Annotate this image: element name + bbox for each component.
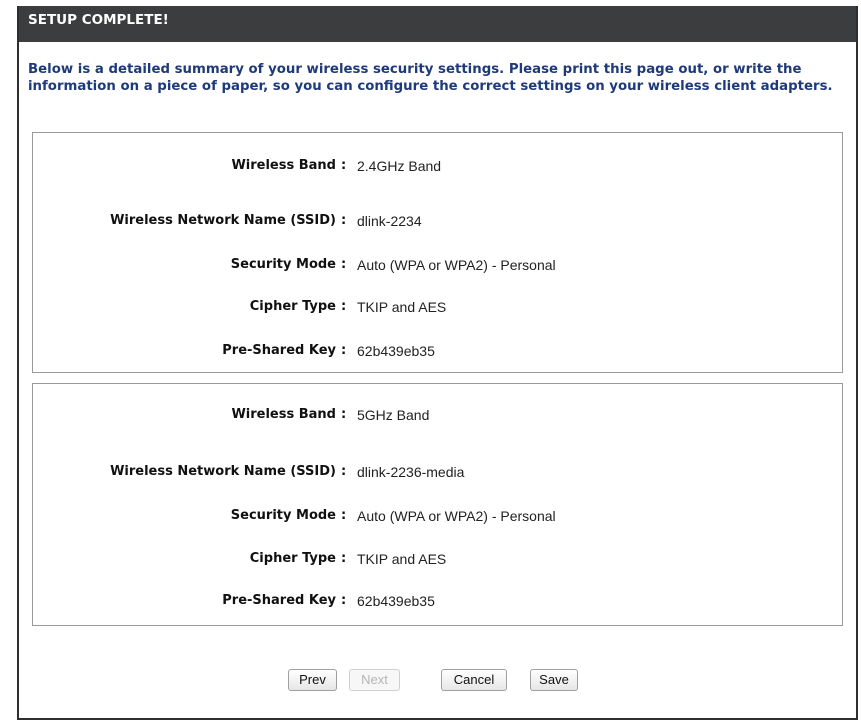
setup-complete-window: SETUP COMPLETE! Below is a detailed summ… — [17, 6, 858, 720]
security-mode-label: Security Mode — [230, 257, 336, 272]
wireless-band-row: Wireless Band : 2.4GHz Band — [33, 155, 842, 177]
ssid-value: dlink-2234 — [357, 213, 422, 229]
band-24ghz-panel: Wireless Band : 2.4GHz Band Wireless Net… — [32, 132, 843, 373]
cipher-type-label: Cipher Type — [249, 299, 336, 314]
wireless-band-label: Wireless Band — [231, 407, 336, 422]
ssid-value: dlink-2236-media — [357, 464, 465, 480]
cipher-type-row: Cipher Type : TKIP and AES — [33, 296, 842, 318]
next-button[interactable]: Next — [349, 669, 400, 691]
pre-shared-key-value: 62b439eb35 — [357, 343, 435, 359]
ssid-row: Wireless Network Name (SSID) : dlink-223… — [33, 210, 842, 232]
security-mode-value: Auto (WPA or WPA2) - Personal — [357, 508, 556, 524]
separator: : — [341, 551, 347, 566]
cipher-type-value: TKIP and AES — [357, 299, 447, 315]
pre-shared-key-label: Pre-Shared Key — [222, 593, 336, 608]
pre-shared-key-row: Pre-Shared Key : 62b439eb35 — [33, 340, 842, 362]
save-button[interactable]: Save — [530, 669, 578, 691]
security-mode-value: Auto (WPA or WPA2) - Personal — [357, 257, 556, 273]
page-title: SETUP COMPLETE! — [19, 6, 856, 42]
cipher-type-label: Cipher Type — [249, 551, 336, 566]
separator: : — [341, 464, 347, 479]
pre-shared-key-value: 62b439eb35 — [357, 593, 435, 609]
ssid-label: Wireless Network Name (SSID) — [110, 464, 336, 479]
wireless-band-value: 2.4GHz Band — [357, 158, 442, 174]
separator: : — [341, 158, 347, 173]
wizard-button-bar: Prev Next Cancel Save — [19, 669, 856, 695]
ssid-label: Wireless Network Name (SSID) — [110, 213, 336, 228]
wireless-band-row: Wireless Band : 5GHz Band — [33, 404, 842, 426]
cipher-type-row: Cipher Type : TKIP and AES — [33, 548, 842, 570]
separator: : — [341, 213, 347, 228]
summary-intro-text: Below is a detailed summary of your wire… — [28, 62, 833, 94]
separator: : — [341, 257, 347, 272]
cancel-button[interactable]: Cancel — [441, 669, 507, 691]
security-mode-row: Security Mode : Auto (WPA or WPA2) - Per… — [33, 505, 842, 527]
separator: : — [341, 299, 347, 314]
security-mode-row: Security Mode : Auto (WPA or WPA2) - Per… — [33, 254, 842, 276]
wireless-band-value: 5GHz Band — [357, 407, 430, 423]
pre-shared-key-label: Pre-Shared Key — [222, 343, 336, 358]
separator: : — [341, 593, 347, 608]
ssid-row: Wireless Network Name (SSID) : dlink-223… — [33, 461, 842, 483]
cipher-type-value: TKIP and AES — [357, 551, 447, 567]
pre-shared-key-row: Pre-Shared Key : 62b439eb35 — [33, 590, 842, 612]
prev-button[interactable]: Prev — [288, 669, 337, 691]
separator: : — [341, 407, 347, 422]
separator: : — [341, 508, 347, 523]
security-mode-label: Security Mode — [230, 508, 336, 523]
wireless-band-label: Wireless Band — [231, 158, 336, 173]
band-5ghz-panel: Wireless Band : 5GHz Band Wireless Netwo… — [32, 383, 843, 626]
separator: : — [341, 343, 347, 358]
